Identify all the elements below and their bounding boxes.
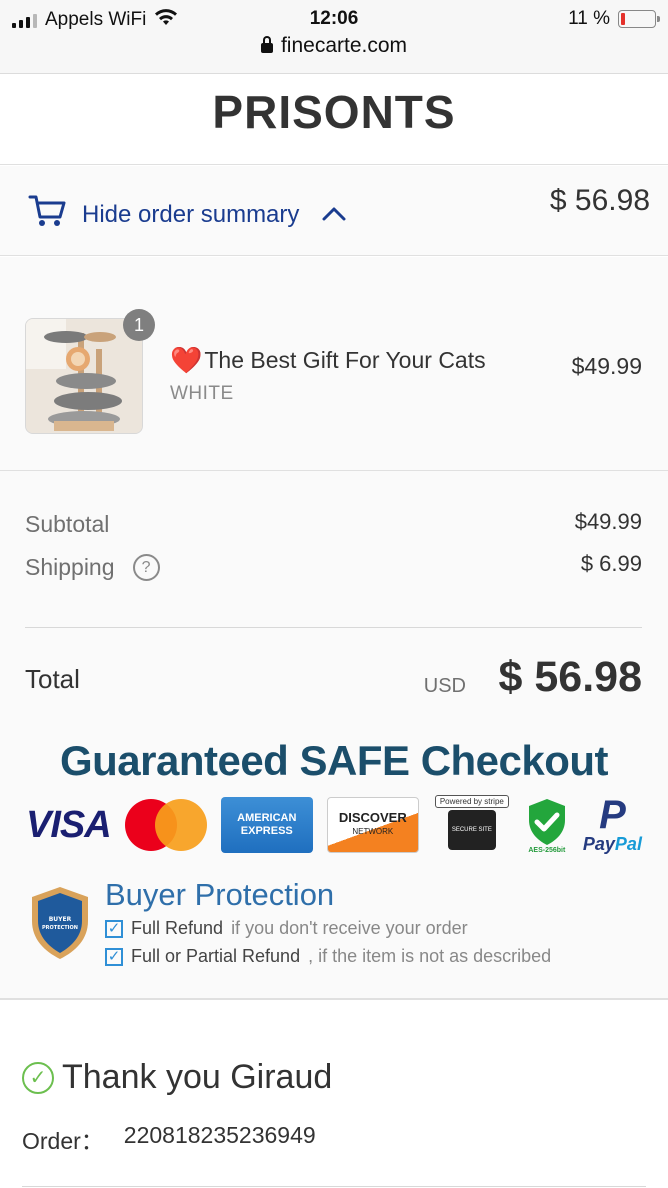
buyer-protection-badge: BUYER PROTECTION — [28, 885, 92, 966]
cart-icon — [28, 194, 66, 235]
checkbox-icon: ✓ — [105, 919, 123, 938]
stripe-secure: SECURE SITE — [447, 810, 496, 850]
aes-shield-logo: AES-256bit — [525, 797, 569, 854]
visa-logo: VISA — [26, 803, 112, 846]
product-variant: WHITE — [170, 383, 234, 404]
thank-you-heading: ✓ Thank you Giraud — [22, 1058, 332, 1097]
thank-you-text: Thank you Giraud — [62, 1058, 333, 1096]
url-text: finecarte.com — [280, 34, 408, 57]
help-icon[interactable]: ? — [132, 554, 160, 581]
paypal-wordmark: PayPal — [583, 834, 642, 855]
product-line-item: 1 ❤️ The Best Gift For Your Cats WHITE $… — [0, 257, 668, 471]
subtotal-value: $49.99 — [574, 509, 642, 534]
order-summary-toggle[interactable]: Hide order summary $ 56.98 — [0, 166, 668, 256]
shipping-value: $ 6.99 — [580, 551, 642, 576]
discover-text: DISCOVER — [338, 810, 407, 825]
shield-check-icon — [528, 798, 565, 845]
paypal-pay: Pay — [582, 833, 615, 854]
aes-text: AES-256bit — [528, 846, 566, 854]
refund-line-2: ✓ Full or Partial Refund , if the item i… — [105, 946, 551, 967]
refund-line-1-strong: Full Refund — [131, 918, 224, 938]
heart-icon: ❤️ — [170, 345, 203, 375]
product-name: ❤️ The Best Gift For Your Cats — [170, 345, 486, 376]
total-currency: USD — [423, 675, 466, 697]
product-price: $49.99 — [571, 353, 642, 379]
order-number: 220818235236949 — [123, 1122, 316, 1148]
product-thumbnail — [25, 318, 143, 434]
summary-total: $ 56.98 — [549, 184, 650, 217]
refund-line-2-rest: , if the item is not as described — [308, 946, 552, 966]
subtotal-label: Subtotal — [25, 511, 109, 538]
status-bar: Appels WiFi 12:06 11 % finecarte.com — [0, 0, 668, 74]
store-title[interactable]: PRISONTS — [0, 75, 668, 149]
battery-icon — [618, 10, 660, 28]
discover-sub: NETWORK — [352, 827, 394, 836]
order-number-row: Order： 220818235236949 — [22, 1122, 316, 1156]
divider — [25, 627, 642, 628]
hide-order-summary-link[interactable]: Hide order summary — [28, 194, 347, 235]
badge-text: BUYER — [49, 916, 72, 923]
order-label: Order： — [22, 1128, 104, 1154]
amex-line2: EXPRESS — [240, 825, 293, 837]
toggle-label: Hide order summary — [82, 200, 300, 228]
battery-fill — [621, 13, 625, 25]
shipping-label-text: Shipping — [25, 554, 115, 580]
checkbox-icon: ✓ — [105, 947, 123, 966]
order-summary-panel: 1 ❤️ The Best Gift For Your Cats WHITE $… — [0, 257, 668, 1000]
shipping-label: Shipping ? — [25, 554, 160, 581]
status-right: 11 % — [568, 8, 660, 30]
amex-line1: AMERICAN — [237, 812, 297, 824]
paypal-mark-icon: P — [599, 792, 626, 837]
divider — [22, 1186, 646, 1187]
paypal-pal: Pal — [614, 833, 642, 854]
refund-line-1: ✓ Full Refund if you don't receive your … — [105, 918, 468, 939]
mastercard-logo — [124, 799, 207, 851]
quantity-badge: 1 — [123, 309, 155, 341]
payment-logos: VISA AMERICAN EXPRESS DISCOVER NETWORK P… — [26, 792, 642, 858]
refund-line-2-strong: Full or Partial Refund — [131, 946, 301, 966]
site-header: PRISONTS — [0, 75, 668, 165]
address-bar[interactable]: finecarte.com — [0, 34, 668, 58]
paypal-logo: P PayPal — [583, 792, 642, 855]
svg-text:PROTECTION: PROTECTION — [42, 925, 78, 931]
total-value: $ 56.98 — [498, 653, 642, 701]
buyer-protection-title: Buyer Protection — [105, 877, 335, 912]
battery-percent: 11 % — [568, 8, 610, 29]
check-circle-icon: ✓ — [22, 1061, 54, 1094]
lock-icon — [260, 36, 273, 53]
chevron-up-icon — [321, 201, 347, 229]
amex-logo: AMERICAN EXPRESS — [220, 797, 313, 853]
subtotal-label-text: Subtotal — [25, 511, 110, 537]
total-label: Total — [25, 664, 80, 694]
discover-logo: DISCOVER NETWORK — [326, 797, 419, 853]
stripe-lock-logo: Powered by stripe SECURE SITE — [433, 795, 511, 855]
refund-line-1-rest: if you don't receive your order — [231, 918, 468, 938]
stripe-tag: Powered by stripe — [434, 795, 509, 808]
product-name-text: The Best Gift For Your Cats — [204, 347, 486, 373]
guarantee-title: Guaranteed SAFE Checkout — [59, 737, 609, 784]
